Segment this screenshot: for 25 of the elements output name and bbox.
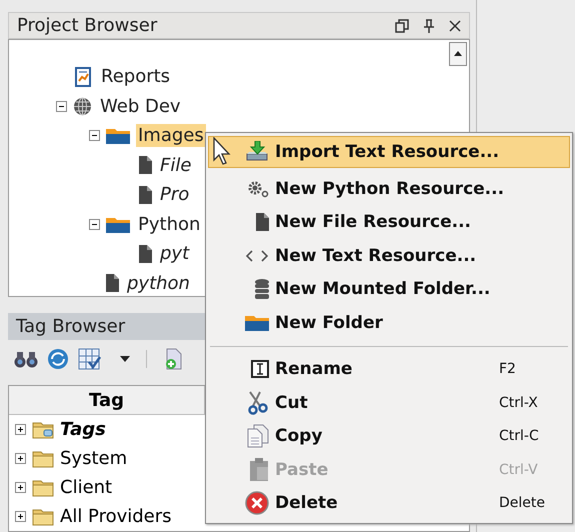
menu-item[interactable]: New File Resource... bbox=[208, 206, 570, 239]
tree-item[interactable]: Pro bbox=[158, 183, 192, 206]
tree-item[interactable]: Web Dev bbox=[98, 94, 183, 118]
tree-item[interactable]: Images bbox=[136, 124, 206, 148]
tree-item[interactable]: pyt bbox=[158, 242, 192, 266]
tree-item[interactable]: System bbox=[60, 448, 128, 469]
tree-item[interactable]: Client bbox=[60, 477, 112, 498]
menu-item[interactable]: New Mounted Folder... bbox=[208, 272, 570, 306]
menu-item[interactable]: New Folder bbox=[208, 306, 570, 340]
menu-item[interactable]: New Text Resource... bbox=[208, 239, 570, 272]
tree-item[interactable]: python bbox=[125, 272, 192, 295]
tree-item[interactable]: Reports bbox=[99, 65, 172, 88]
panel-title: Project Browser bbox=[17, 15, 158, 36]
menu-item[interactable]: New Python Resource... bbox=[208, 172, 570, 206]
column-header[interactable]: Tag bbox=[9, 386, 205, 415]
menu-item[interactable]: Cut Ctrl-X bbox=[208, 386, 570, 420]
tree-item[interactable]: All Providers bbox=[60, 506, 172, 527]
tree-item[interactable]: Tags bbox=[60, 419, 106, 440]
panel-title: Tag Browser bbox=[16, 316, 126, 338]
menu-item[interactable]: Rename F2 bbox=[208, 352, 570, 386]
tree-item[interactable]: File bbox=[158, 154, 194, 177]
tree-item[interactable]: Python bbox=[136, 212, 202, 236]
menu-item[interactable]: Copy Ctrl-C bbox=[208, 420, 570, 453]
menu-item[interactable]: Import Text Resource... bbox=[208, 136, 570, 168]
menu-item[interactable]: Delete Delete bbox=[208, 486, 570, 520]
